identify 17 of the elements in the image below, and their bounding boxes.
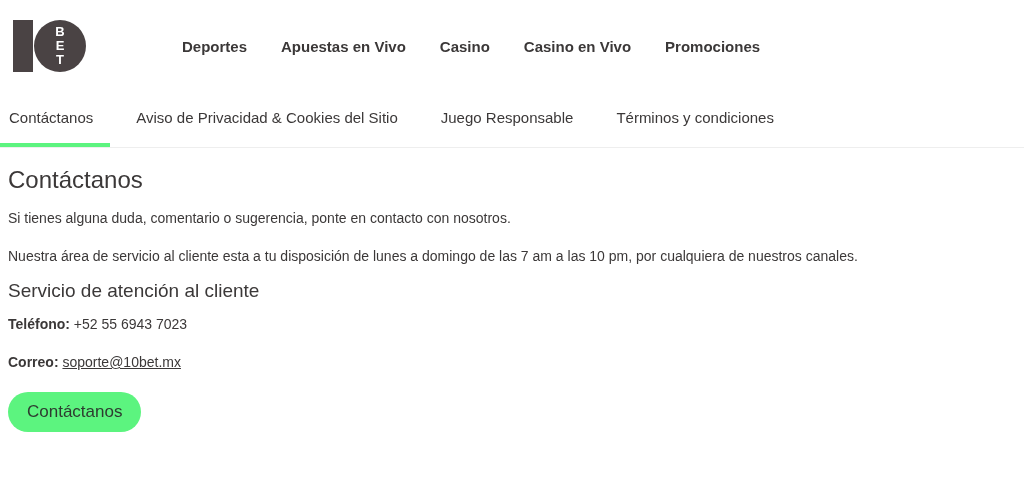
page-title: Contáctanos bbox=[8, 166, 144, 194]
nav-link[interactable]: Deportes bbox=[182, 37, 248, 55]
nav-link[interactable]: Promociones bbox=[665, 37, 761, 55]
tab[interactable]: Aviso de Privacidad & Cookies del Sitio bbox=[127, 92, 415, 147]
tab[interactable]: Contáctanos bbox=[0, 92, 111, 147]
nav-link[interactable]: Casino en Vivo bbox=[523, 37, 632, 55]
contact-button[interactable]: Contáctanos bbox=[8, 392, 142, 432]
nav-link[interactable]: Apuestas en Vivo bbox=[281, 37, 406, 55]
nav-link[interactable]: Casino bbox=[439, 37, 490, 55]
tab[interactable]: Términos y condiciones bbox=[607, 92, 791, 147]
paragraph: Si tienes alguna duda, comentario o sugerencia, ponte en contacto con nosotros. bbox=[8, 210, 512, 226]
tab[interactable]: Juego Responsable bbox=[431, 92, 591, 147]
email-label: Correo: bbox=[8, 354, 59, 370]
section-title: Servicio de atención al cliente bbox=[8, 280, 261, 302]
phone-line: Teléfono: +52 55 6943 7023 bbox=[8, 316, 189, 332]
email-link[interactable]: soporte@10bet.mx bbox=[62, 354, 181, 370]
paragraph: Nuestra área de servicio al cliente esta a tu disposición de lunes a domingo de las 7 am a las 10 pm, por cualquiera de nuestros canales. bbox=[8, 248, 859, 264]
